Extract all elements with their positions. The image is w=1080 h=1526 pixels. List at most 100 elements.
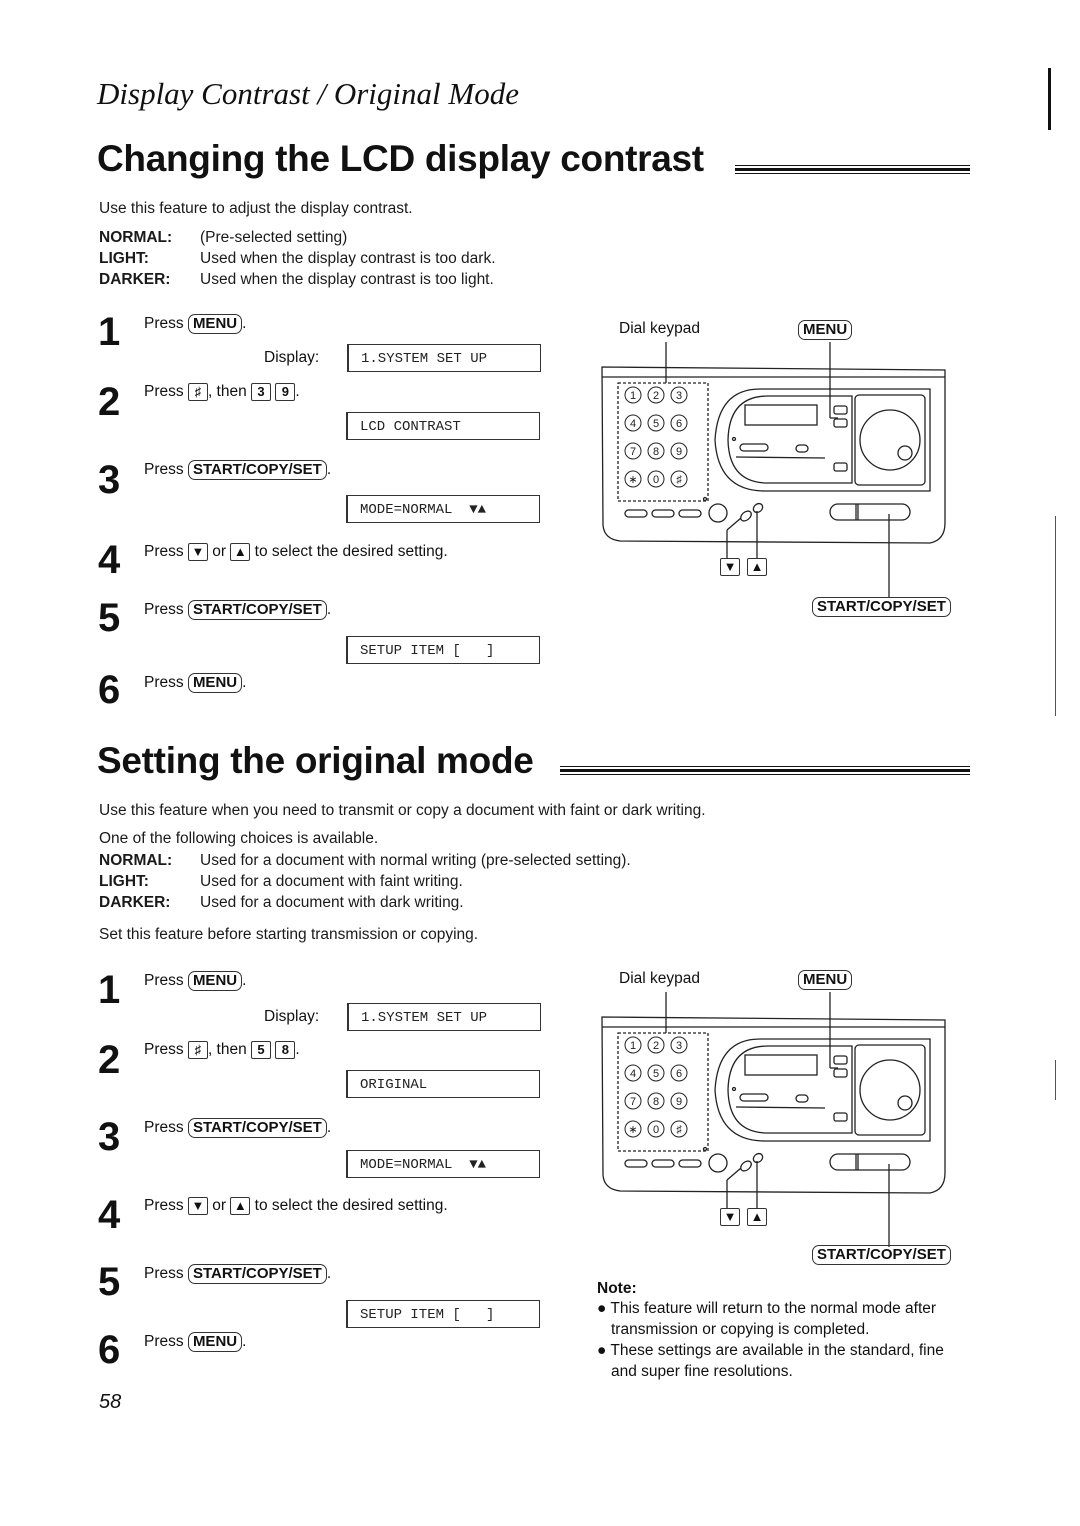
step-4: Press ▼ or ▲ to select the desired setti… <box>144 543 448 561</box>
step-5: Press START/COPY/SET. <box>144 1264 332 1284</box>
display-label: Display: <box>264 1008 320 1025</box>
option-row: DARKER: Used for a document with dark wri… <box>99 892 631 913</box>
step-number: 2 <box>98 380 121 424</box>
note-item: ● These settings are available in the st… <box>597 1342 944 1380</box>
svg-text:4: 4 <box>630 418 636 430</box>
down-key: ▼ <box>187 543 208 561</box>
start-copy-set-key: START/COPY/SET <box>187 1264 327 1284</box>
option-desc: Used when the display contrast is too li… <box>200 271 494 288</box>
option-term: NORMAL: <box>99 852 173 869</box>
start-copy-set-label: START/COPY/SET <box>812 1245 951 1265</box>
hash-key: ♯ <box>187 1041 208 1059</box>
svg-text:6: 6 <box>676 418 682 430</box>
set-before-text: Set this feature before starting transmi… <box>99 926 479 943</box>
svg-text:∗: ∗ <box>628 474 637 486</box>
step-number: 3 <box>98 1115 121 1159</box>
step-4: Press ▼ or ▲ to select the desired setti… <box>144 1197 448 1215</box>
option-row: DARKER: Used when the display contrast is… <box>99 269 496 290</box>
step-6: Press MENU. <box>144 673 247 693</box>
note-item: ● This feature will return to the normal… <box>597 1300 937 1338</box>
svg-text:9: 9 <box>676 446 682 458</box>
option-row: LIGHT: Used for a document with faint wri… <box>99 871 631 892</box>
svg-text:9: 9 <box>676 1096 682 1108</box>
page-number: 58 <box>99 1391 122 1413</box>
heading-rule <box>560 766 970 775</box>
up-key: ▲ <box>230 543 251 561</box>
svg-text:0: 0 <box>653 1124 659 1136</box>
start-copy-set-key: START/COPY/SET <box>187 460 327 480</box>
lcd-display: MODE=NORMAL ▼▲ <box>346 1150 540 1178</box>
lcd-display: LCD CONTRAST <box>346 412 540 440</box>
digit-key: 9 <box>275 383 296 401</box>
down-key: ▼ <box>187 1197 208 1215</box>
digit-key: 3 <box>251 383 272 401</box>
hash-key: ♯ <box>187 383 208 401</box>
step-number: 1 <box>98 310 121 354</box>
note-title: Note: <box>597 1280 637 1297</box>
step-number: 5 <box>98 1260 121 1304</box>
svg-text:3: 3 <box>676 390 682 402</box>
fax-panel-illustration: 1 2 3 4 5 6 7 8 9 ∗ 0 ♯ <box>601 992 946 1247</box>
svg-text:∗: ∗ <box>628 1124 637 1136</box>
step-number: 6 <box>98 668 121 712</box>
margin-mark <box>1055 516 1056 716</box>
up-key-label: ▲ <box>747 558 767 576</box>
step-2: Press ♯, then 5 8. <box>144 1041 300 1059</box>
original-heading: Setting the original mode <box>97 740 534 781</box>
svg-text:1: 1 <box>630 1040 636 1052</box>
svg-text:2: 2 <box>653 1040 659 1052</box>
menu-key: MENU <box>187 971 243 991</box>
option-term: NORMAL: <box>99 229 173 246</box>
lcd-display: MODE=NORMAL ▼▲ <box>346 495 540 523</box>
option-row: NORMAL: Used for a document with normal w… <box>99 850 631 871</box>
section-title: Display Contrast / Original Mode <box>97 76 519 111</box>
lcd-display: 1.SYSTEM SET UP <box>347 344 541 372</box>
option-term: LIGHT: <box>99 250 149 267</box>
down-key-label: ▼ <box>720 1208 740 1226</box>
step-3: Press START/COPY/SET. <box>144 460 332 480</box>
step-1: Press MENU. <box>144 314 247 334</box>
step-number: 4 <box>98 538 121 582</box>
svg-text:2: 2 <box>653 390 659 402</box>
step-6: Press MENU. <box>144 1332 247 1352</box>
lcd-display: SETUP ITEM [ ] <box>346 636 540 664</box>
svg-text:5: 5 <box>653 1068 659 1080</box>
step-number: 4 <box>98 1193 121 1237</box>
margin-mark <box>1048 68 1051 130</box>
svg-text:5: 5 <box>653 418 659 430</box>
step-number: 1 <box>98 968 121 1012</box>
option-desc: Used when the display contrast is too da… <box>200 250 496 267</box>
menu-key: MENU <box>187 1332 243 1352</box>
option-term: LIGHT: <box>99 873 149 890</box>
step-2: Press ♯, then 3 9. <box>144 383 300 401</box>
up-key: ▲ <box>230 1197 251 1215</box>
svg-text:3: 3 <box>676 1040 682 1052</box>
lcd-display: 1.SYSTEM SET UP <box>347 1003 541 1031</box>
menu-key: MENU <box>187 673 243 693</box>
step-number: 6 <box>98 1328 121 1372</box>
down-key-label: ▼ <box>720 558 740 576</box>
step-5: Press START/COPY/SET. <box>144 600 332 620</box>
svg-text:♯: ♯ <box>676 474 682 486</box>
fax-panel-illustration: 1 2 3 4 5 6 7 8 9 ∗ 0 ♯ <box>601 342 946 597</box>
step-1: Press MENU. <box>144 971 247 991</box>
original-options: NORMAL: Used for a document with normal w… <box>99 850 631 913</box>
option-row: LIGHT: Used when the display contrast is … <box>99 248 496 269</box>
svg-text:8: 8 <box>653 446 659 458</box>
note-box: Note: ● This feature will return to the … <box>597 1280 971 1382</box>
menu-key: MENU <box>187 314 243 334</box>
margin-mark <box>1055 1060 1056 1100</box>
original-intro: Use this feature when you need to transm… <box>99 802 706 819</box>
start-copy-set-key: START/COPY/SET <box>187 1118 327 1138</box>
display-label: Display: <box>264 349 320 366</box>
contrast-heading: Changing the LCD display contrast <box>97 138 704 179</box>
svg-text:♯: ♯ <box>676 1124 682 1136</box>
lcd-display: SETUP ITEM [ ] <box>346 1300 540 1328</box>
start-copy-set-label: START/COPY/SET <box>812 597 951 617</box>
up-key-label: ▲ <box>747 1208 767 1226</box>
option-term: DARKER: <box>99 271 171 288</box>
step-number: 2 <box>98 1038 121 1082</box>
svg-text:6: 6 <box>676 1068 682 1080</box>
fax-diagram: Dial keypad MENU 1 2 3 4 5 6 7 8 9 ∗ 0 ♯… <box>590 315 970 620</box>
step-number: 3 <box>98 458 121 502</box>
